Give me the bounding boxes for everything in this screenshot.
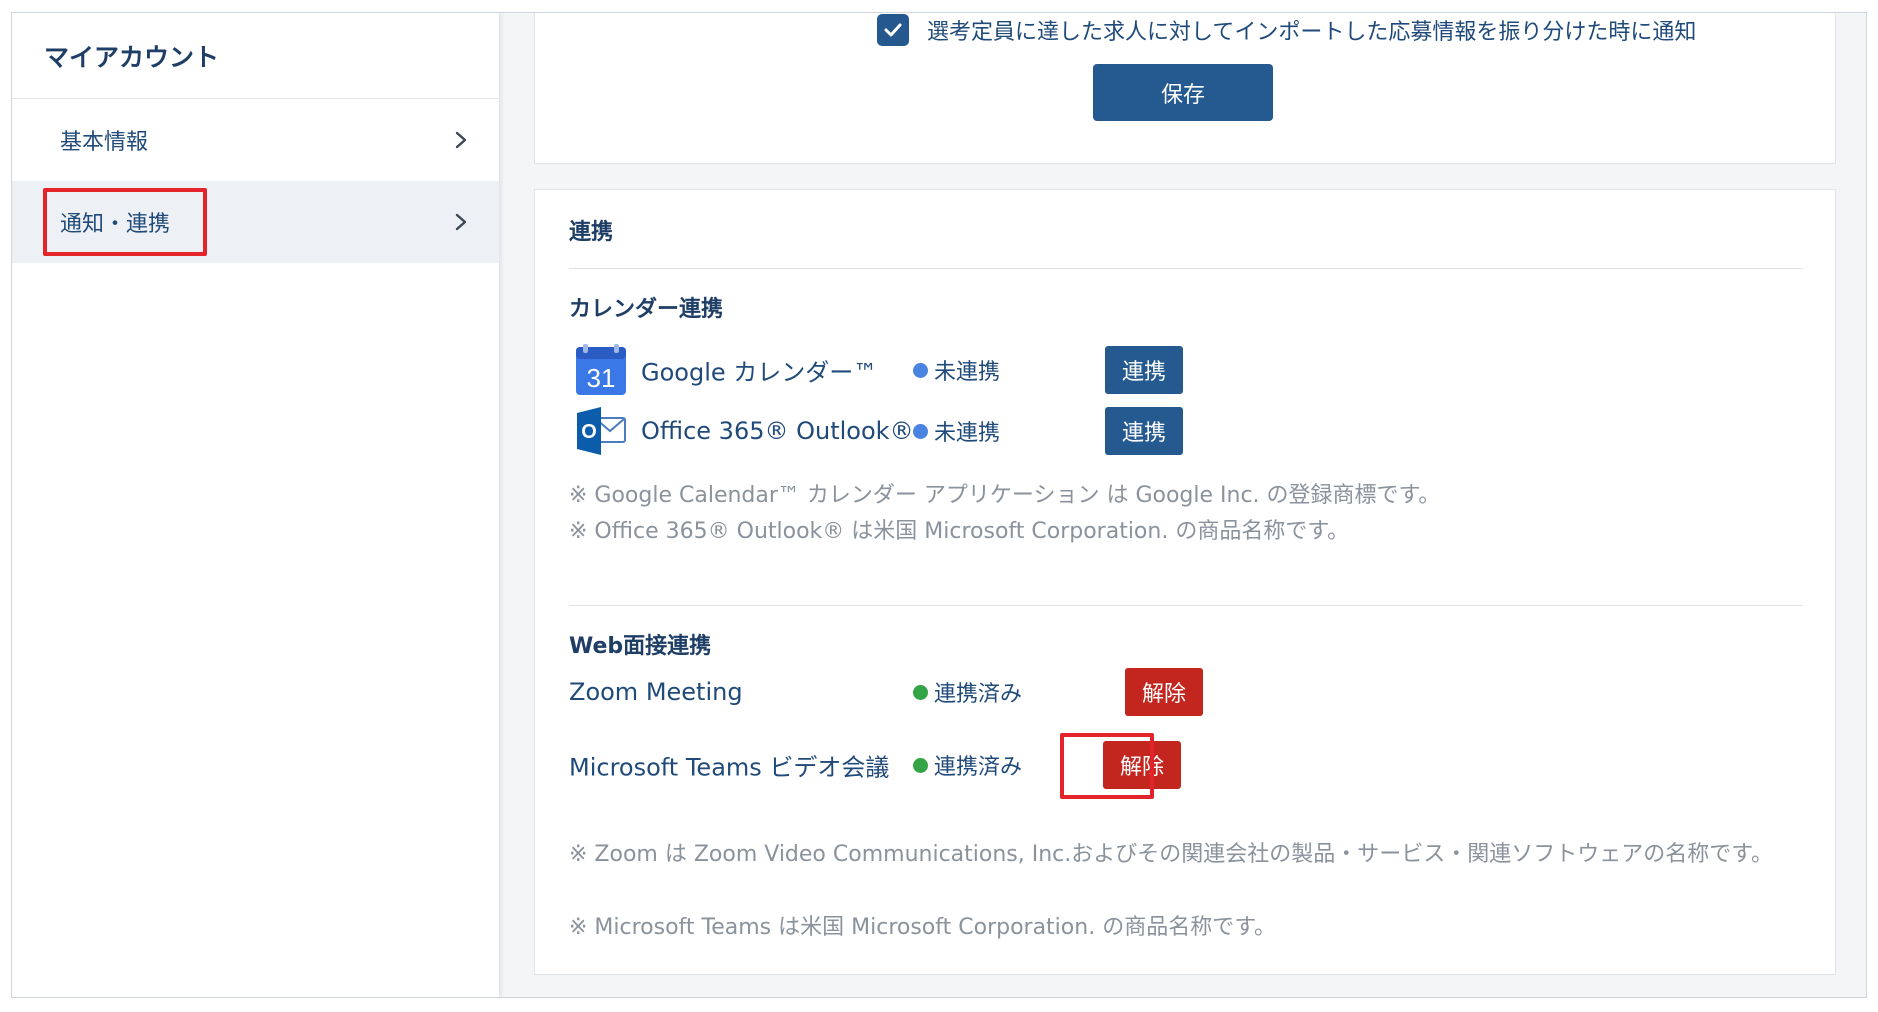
disconnect-button-zoom[interactable]: 解除: [1125, 668, 1203, 716]
section-title: 連携: [569, 220, 614, 245]
status-label: 連携済み: [934, 682, 1023, 707]
status-dot-linked: [913, 757, 928, 773]
calendar-trademark-note-2: ※ Office 365® Outlook® は米国 Microsoft Cor…: [569, 519, 1350, 544]
web-trademark-note-2: ※ Microsoft Teams は米国 Microsoft Corporat…: [569, 915, 1276, 940]
calendar-icon-text: 31: [587, 363, 616, 393]
calendar-integration-title: カレンダー連携: [569, 297, 724, 322]
chevron-right-icon: [455, 213, 467, 231]
status-dot-linked: [913, 684, 928, 700]
service-row-outlook: O Office 365® Outlook® 未連携 連携: [569, 401, 1469, 461]
connect-button-google-calendar[interactable]: 連携: [1105, 346, 1183, 394]
status-dot-unlinked: [913, 362, 928, 378]
status-badge-google-calendar: 未連携: [913, 354, 1000, 386]
service-name-teams: Microsoft Teams ビデオ会議: [569, 753, 890, 782]
sidebar-item-label: 基本情報: [60, 130, 149, 155]
status-label: 未連携: [934, 421, 1001, 446]
status-dot-unlinked: [913, 423, 928, 439]
google-calendar-icon: 31: [576, 344, 626, 395]
integration-card: 連携 カレンダー連携 31 Google カレンダー™ 未連携 連携 O Off…: [534, 189, 1836, 975]
service-name-outlook: Office 365® Outlook®: [641, 417, 914, 445]
notification-settings-card: 選考定員に達した求人に対してインポートした応募情報を振り分けた時に通知 保存: [534, 13, 1836, 164]
outlook-icon-text: O: [581, 421, 597, 443]
sidebar-title: マイアカウント: [12, 13, 499, 99]
status-badge-teams: 連携済み: [913, 749, 1022, 781]
status-label: 連携済み: [934, 755, 1023, 780]
service-name-zoom: Zoom Meeting: [569, 678, 743, 706]
sidebar-item-label: 通知・連携: [60, 212, 171, 237]
calendar-trademark-note-1: ※ Google Calendar™ カレンダー アプリケーション は Goog…: [569, 483, 1441, 508]
outlook-icon: O: [577, 407, 626, 455]
sidebar-item-basic-info[interactable]: 基本情報: [12, 99, 499, 181]
service-row-google-calendar: 31 Google カレンダー™ 未連携 連携: [569, 340, 1469, 400]
notify-checkbox-label: 選考定員に達した求人に対してインポートした応募情報を振り分けた時に通知: [927, 20, 1697, 45]
notify-checkbox-row[interactable]: 選考定員に達した求人に対してインポートした応募情報を振り分けた時に通知: [877, 13, 1697, 48]
save-button[interactable]: 保存: [1093, 64, 1273, 121]
web-interview-integration-title: Web面接連携: [569, 634, 712, 659]
chevron-right-icon: [455, 131, 467, 149]
disconnect-button-teams[interactable]: 解除: [1103, 741, 1181, 789]
checkmark-icon: [884, 23, 902, 37]
status-badge-outlook: 未連携: [913, 415, 1000, 447]
notify-checkbox[interactable]: [877, 14, 909, 46]
status-label: 未連携: [934, 360, 1001, 385]
divider: [569, 268, 1803, 269]
service-row-zoom: Zoom Meeting 連携済み 解除: [569, 662, 1469, 722]
service-row-teams: Microsoft Teams ビデオ会議 連携済み 解除: [569, 735, 1469, 795]
status-badge-zoom: 連携済み: [913, 676, 1022, 708]
service-name-google-calendar: Google カレンダー™: [641, 358, 878, 387]
divider: [569, 605, 1803, 606]
web-trademark-note-1: ※ Zoom は Zoom Video Communications, Inc.…: [569, 842, 1774, 867]
connect-button-outlook[interactable]: 連携: [1105, 407, 1183, 455]
sidebar-item-notification-integration[interactable]: 通知・連携: [12, 181, 499, 263]
app-frame: マイアカウント 基本情報 通知・連携 選考定員に達した求人に対してインポートした…: [11, 12, 1867, 998]
sidebar: マイアカウント 基本情報 通知・連携: [12, 13, 500, 997]
